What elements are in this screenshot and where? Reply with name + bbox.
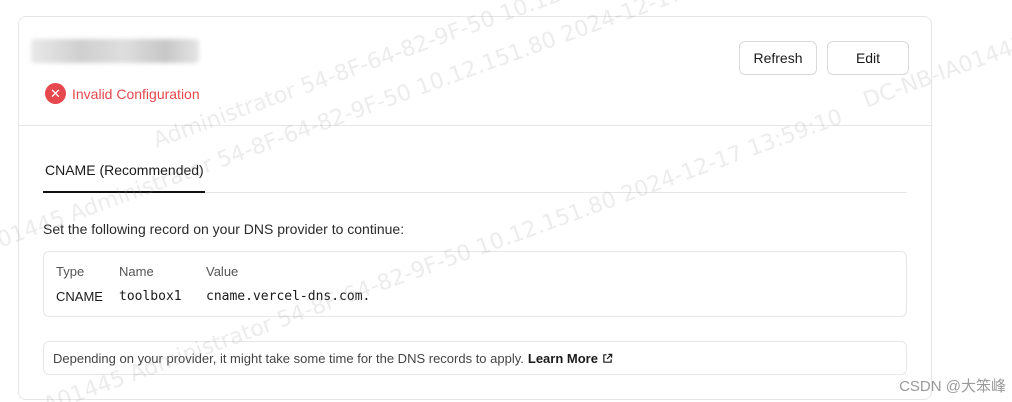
x-circle-icon: ✕: [45, 83, 66, 104]
divider: [19, 125, 931, 126]
dns-record-table: Type Name Value CNAME toolbox1 cname.ver…: [43, 251, 907, 317]
domain-config-card: ✕ Invalid Configuration Refresh Edit CNA…: [18, 16, 932, 400]
tab-bar: CNAME (Recommended): [43, 157, 907, 193]
status-text: Invalid Configuration: [72, 85, 200, 102]
record-type: CNAME: [56, 289, 103, 304]
tab-cname-recommended[interactable]: CNAME (Recommended): [43, 157, 205, 193]
column-header-type: Type: [56, 264, 85, 279]
edit-button[interactable]: Edit: [827, 41, 909, 75]
domain-name-blurred: [31, 39, 199, 63]
record-value[interactable]: cname.vercel-dns.com.: [206, 289, 370, 304]
learn-more-link[interactable]: Learn More: [528, 351, 613, 366]
column-header-name: Name: [119, 264, 154, 279]
instruction-text: Set the following record on your DNS pro…: [43, 221, 405, 237]
note-text: Depending on your provider, it might tak…: [53, 350, 524, 366]
refresh-button[interactable]: Refresh: [739, 41, 817, 75]
column-header-value: Value: [206, 264, 239, 279]
propagation-note: Depending on your provider, it might tak…: [43, 341, 907, 375]
learn-more-label: Learn More: [527, 350, 598, 366]
external-link-icon: [603, 353, 613, 363]
record-name[interactable]: toolbox1: [119, 289, 182, 304]
csdn-watermark: CSDN @大笨峰: [899, 378, 1006, 395]
status-indicator: ✕ Invalid Configuration: [45, 83, 200, 104]
